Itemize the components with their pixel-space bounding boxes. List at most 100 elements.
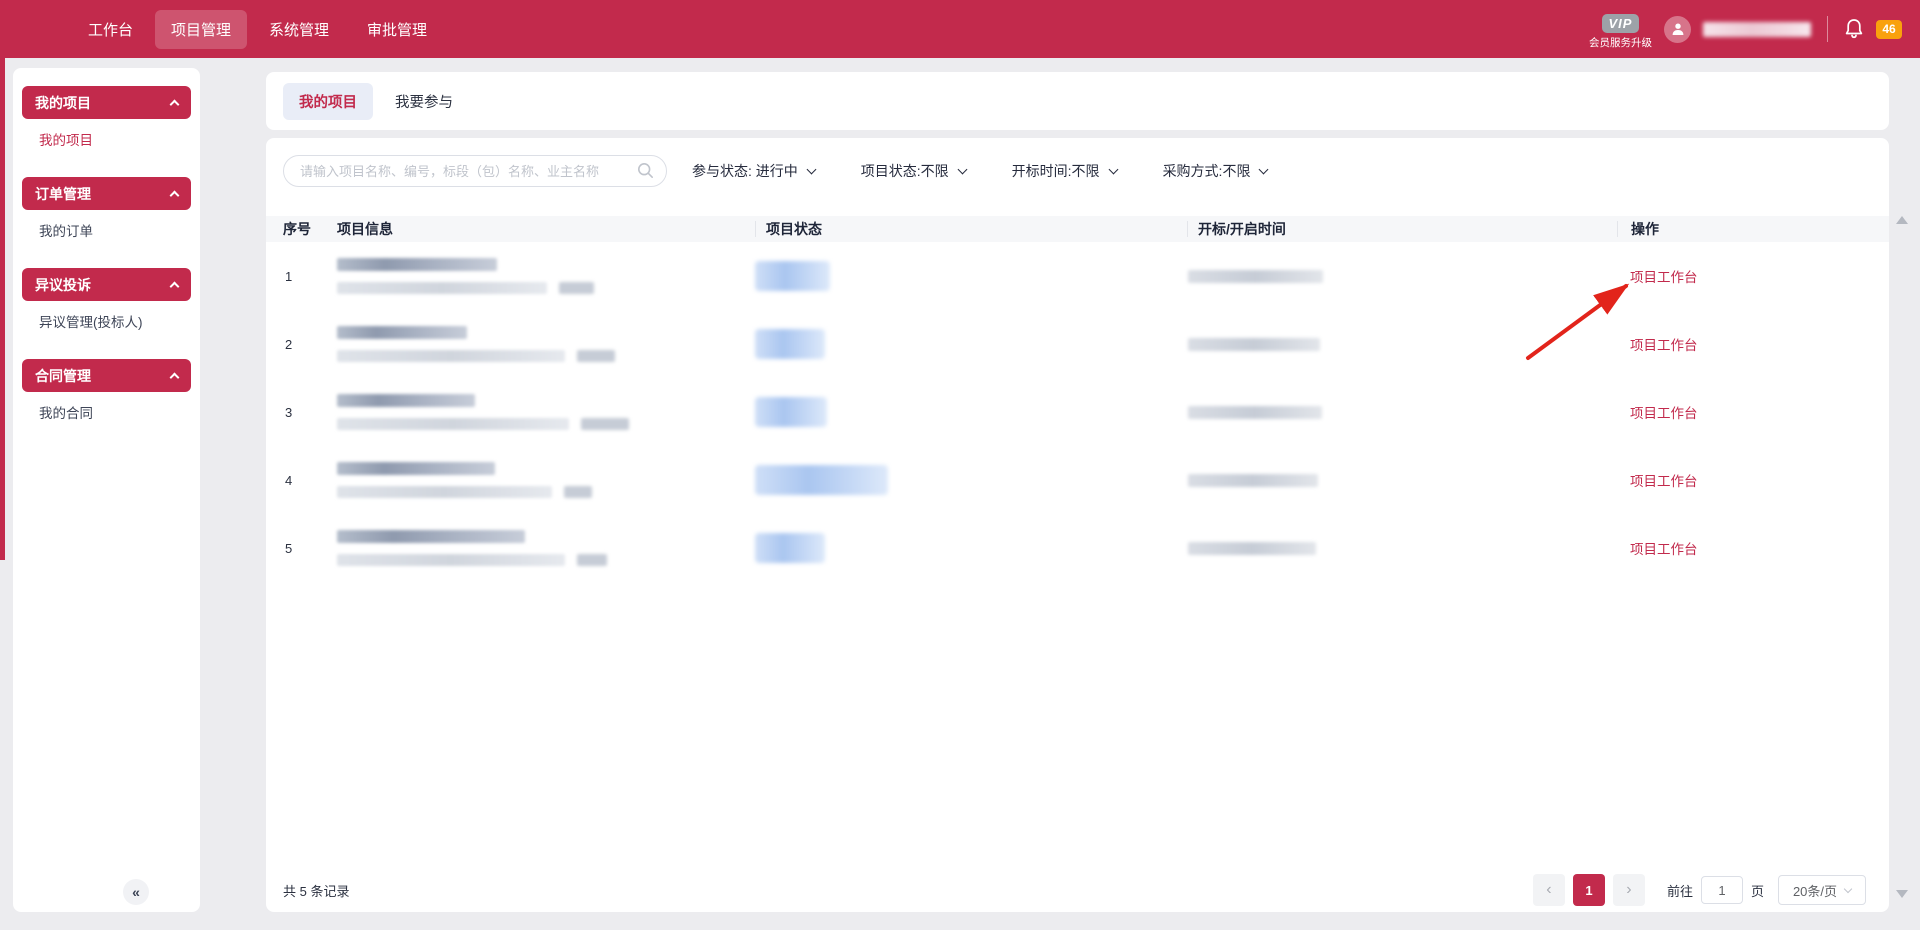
sidebar-collapse-button[interactable]: « — [123, 879, 149, 905]
prev-page-button[interactable]: ‹ — [1533, 874, 1565, 906]
tab-1[interactable]: 我要参与 — [379, 83, 469, 120]
project-title-redacted — [337, 326, 467, 339]
open-time-redacted — [1188, 406, 1322, 419]
page-size-select[interactable]: 20条/页 — [1778, 875, 1866, 905]
row-index: 1 — [283, 269, 337, 284]
project-subtitle-tail-redacted — [564, 486, 592, 498]
sidebar-group-title: 我的项目 — [35, 93, 91, 113]
nav-item-3[interactable]: 审批管理 — [351, 10, 443, 49]
table-body: 1项目工作台2项目工作台3项目工作台4项目工作台5项目工作台 — [266, 242, 1889, 582]
project-subtitle-tail-redacted — [577, 350, 615, 362]
chevron-down-icon — [1108, 164, 1118, 174]
project-title-redacted — [337, 462, 495, 475]
project-info-redacted — [337, 394, 755, 430]
nav-item-1[interactable]: 项目管理 — [155, 10, 247, 49]
project-subtitle-redacted — [337, 486, 552, 498]
table-row: 4 项目工作台 — [266, 446, 1889, 514]
nav-item-2[interactable]: 系统管理 — [253, 10, 345, 49]
filter-dropdown-2[interactable]: 开标时间:不限 — [1012, 161, 1117, 181]
project-workbench-link[interactable]: 项目工作台 — [1617, 406, 1698, 421]
notification-bell-icon[interactable] — [1844, 18, 1864, 40]
tab-0[interactable]: 我的项目 — [283, 83, 373, 120]
row-index: 3 — [283, 405, 337, 420]
sidebar-group-2[interactable]: 异议投诉 — [22, 268, 191, 301]
status-badge-redacted — [755, 397, 827, 427]
scrollbar-down-icon[interactable] — [1896, 890, 1908, 898]
project-info-redacted — [337, 258, 755, 294]
filter-dropdown-1[interactable]: 项目状态:不限 — [861, 161, 966, 181]
goto-page-input[interactable] — [1701, 876, 1743, 904]
project-title-redacted — [337, 530, 525, 543]
sidebar: 我的项目我的项目订单管理我的订单异议投诉异议管理(投标人)合同管理我的合同 « — [13, 68, 200, 912]
project-info-redacted — [337, 462, 755, 498]
sidebar-item[interactable]: 我的订单 — [22, 210, 191, 254]
vip-upgrade-button[interactable]: VIP 会员服务升级 — [1589, 14, 1652, 50]
sidebar-item[interactable]: 我的合同 — [22, 392, 191, 436]
sidebar-item[interactable]: 异议管理(投标人) — [22, 301, 191, 345]
project-workbench-link[interactable]: 项目工作台 — [1617, 542, 1698, 557]
filter-label: 采购方式:不限 — [1163, 161, 1251, 181]
sidebar-group-title: 订单管理 — [35, 184, 91, 204]
tabs-card: 我的项目我要参与 — [266, 72, 1889, 130]
total-records-text: 共 5 条记录 — [283, 881, 349, 900]
open-time-redacted — [1188, 338, 1320, 351]
pagination-bar: 共 5 条记录 ‹ 1 › 前往 页 20条/页 — [283, 874, 1866, 906]
row-index: 4 — [283, 473, 337, 488]
search-box — [283, 155, 667, 187]
username-redacted[interactable] — [1703, 22, 1811, 37]
sidebar-group-0[interactable]: 我的项目 — [22, 86, 191, 119]
project-subtitle-redacted — [337, 554, 565, 566]
left-accent-strip — [0, 58, 5, 560]
user-avatar-icon[interactable] — [1664, 16, 1691, 43]
project-workbench-link[interactable]: 项目工作台 — [1617, 474, 1698, 489]
open-time-redacted — [1188, 474, 1318, 487]
next-page-button[interactable]: › — [1613, 874, 1645, 906]
scrollbar-up-icon[interactable] — [1896, 216, 1908, 224]
open-time-redacted — [1188, 270, 1323, 283]
search-input[interactable] — [283, 155, 667, 187]
chevron-down-icon — [1844, 884, 1852, 892]
top-navbar: 工作台项目管理系统管理审批管理 VIP 会员服务升级 46 — [0, 0, 1920, 58]
project-info-redacted — [337, 530, 755, 566]
project-info-redacted — [337, 326, 755, 362]
filter-label: 参与状态: 进行中 — [692, 161, 798, 181]
page-unit-label: 页 — [1751, 881, 1764, 900]
project-list-card: 参与状态: 进行中 项目状态:不限 开标时间:不限 采购方式:不限 序号 项目信息 项… — [266, 138, 1889, 912]
vip-caption: 会员服务升级 — [1589, 35, 1652, 50]
filter-label: 开标时间:不限 — [1012, 161, 1100, 181]
goto-label: 前往 — [1667, 881, 1693, 900]
search-icon[interactable] — [637, 162, 654, 184]
notification-count-badge: 46 — [1876, 20, 1902, 39]
project-workbench-link[interactable]: 项目工作台 — [1617, 338, 1698, 353]
status-badge-redacted — [755, 261, 830, 291]
project-subtitle-tail-redacted — [559, 282, 594, 294]
table-row: 3 项目工作台 — [266, 378, 1889, 446]
current-page-button[interactable]: 1 — [1573, 874, 1605, 906]
chevron-up-icon — [170, 372, 180, 382]
column-header-open-time: 开标/开启时间 — [1187, 221, 1617, 237]
nav-divider — [1827, 16, 1828, 42]
row-index: 2 — [283, 337, 337, 352]
project-title-redacted — [337, 258, 497, 271]
column-header-actions: 操作 — [1617, 221, 1889, 237]
page-size-value: 20条/页 — [1793, 881, 1837, 900]
sidebar-group-title: 合同管理 — [35, 366, 91, 386]
nav-item-0[interactable]: 工作台 — [72, 10, 149, 49]
table-row: 1 项目工作台 — [266, 242, 1889, 310]
column-header-index: 序号 — [283, 219, 337, 239]
project-subtitle-redacted — [337, 282, 547, 294]
filter-dropdown-3[interactable]: 采购方式:不限 — [1163, 161, 1268, 181]
chevron-down-icon — [957, 164, 967, 174]
status-badge-redacted — [755, 329, 825, 359]
sidebar-item[interactable]: 我的项目 — [22, 119, 191, 163]
status-badge-redacted — [755, 465, 888, 495]
column-header-project-info: 项目信息 — [337, 219, 755, 239]
table-row: 2 项目工作台 — [266, 310, 1889, 378]
chevron-up-icon — [170, 190, 180, 200]
chevron-down-icon — [1259, 164, 1269, 174]
filter-dropdown-0[interactable]: 参与状态: 进行中 — [692, 161, 815, 181]
sidebar-group-1[interactable]: 订单管理 — [22, 177, 191, 210]
sidebar-group-3[interactable]: 合同管理 — [22, 359, 191, 392]
table-row: 5项目工作台 — [266, 514, 1889, 582]
project-workbench-link[interactable]: 项目工作台 — [1617, 270, 1698, 285]
